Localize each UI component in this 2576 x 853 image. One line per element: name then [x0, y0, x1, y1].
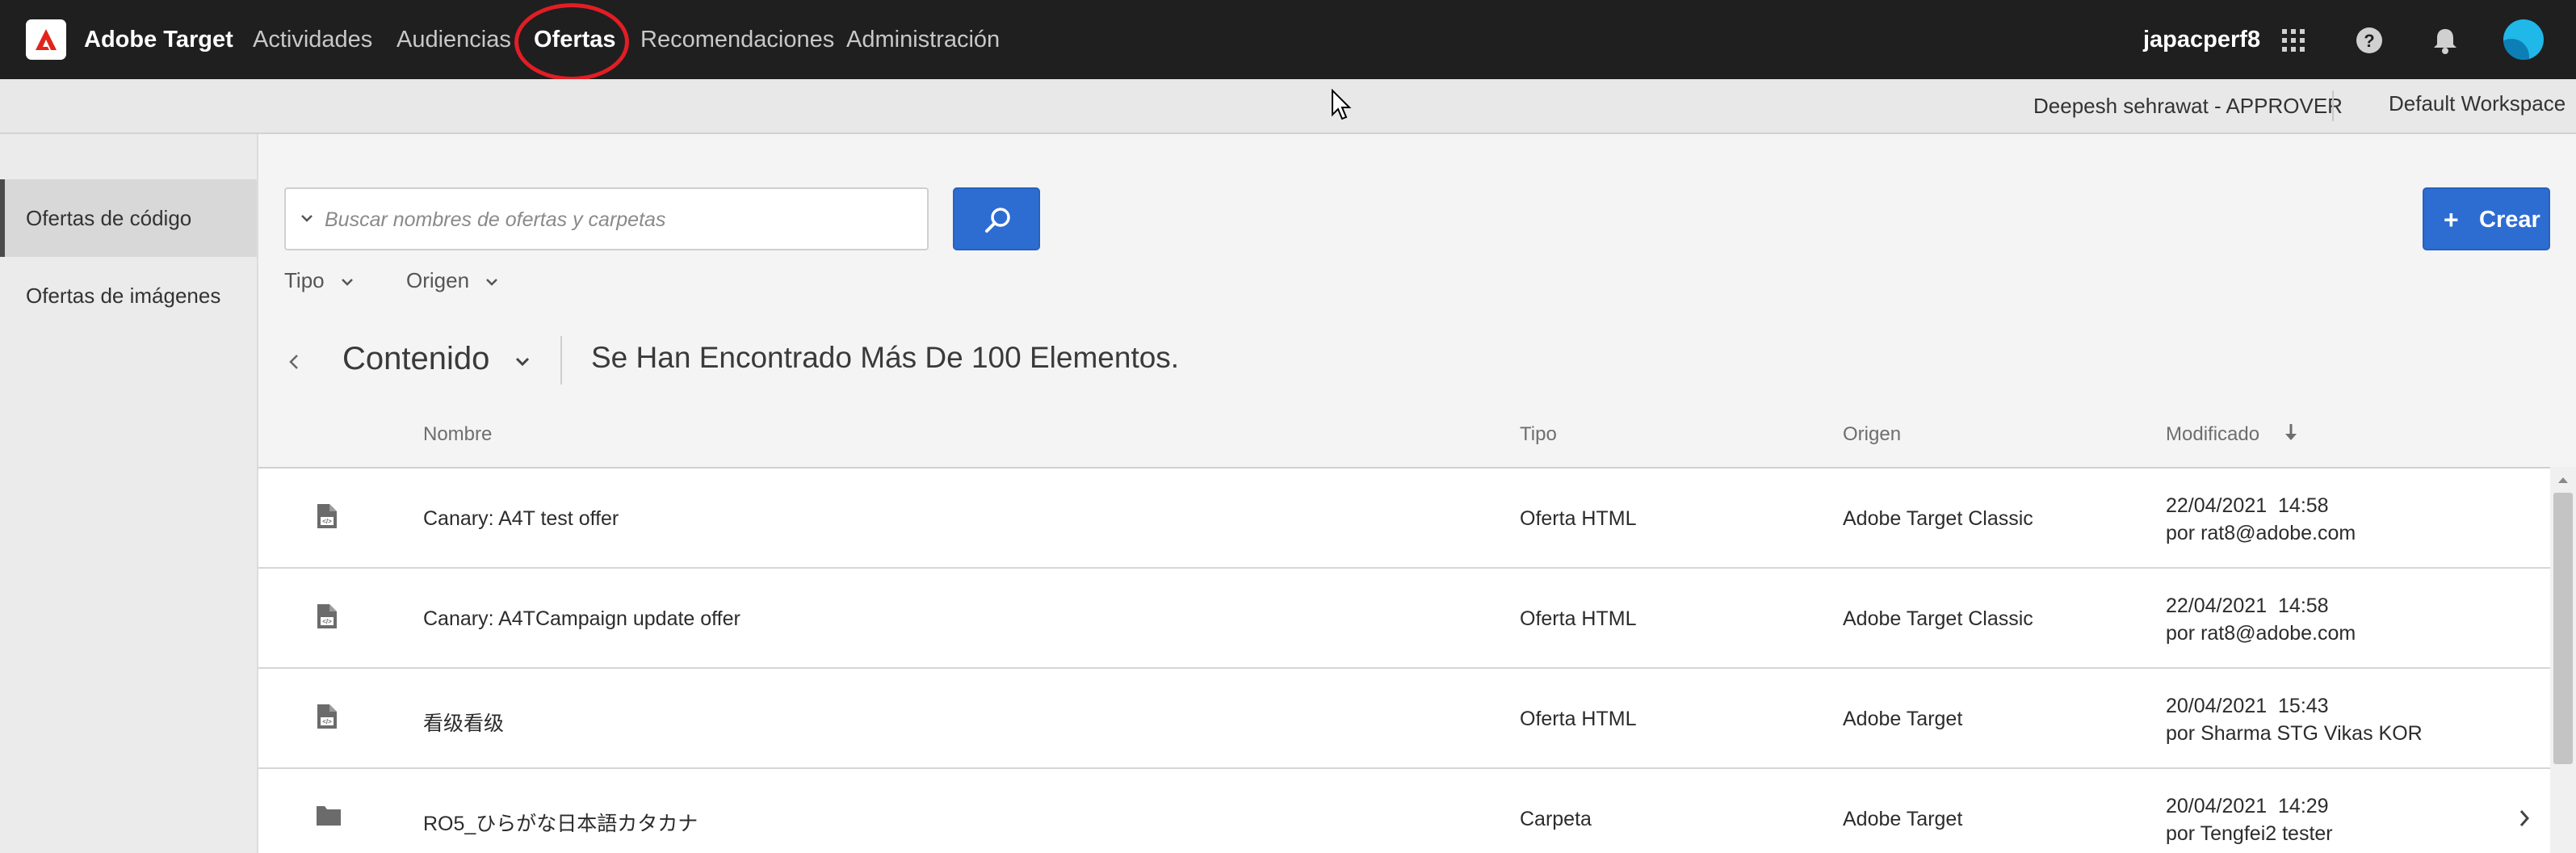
results-count: Se Han Encontrado Más De 100 Elementos.: [591, 341, 1180, 374]
mouse-cursor-icon: [1332, 89, 1352, 120]
chevron-right-icon[interactable]: [2516, 805, 2532, 832]
row-type: Oferta HTML: [1520, 607, 1637, 630]
row-modified-date: 22/04/2021 14:58: [2166, 494, 2329, 517]
row-modified-by: por rat8@adobe.com: [2166, 522, 2356, 544]
sidebar-item-ofertas-imagenes[interactable]: Ofertas de imágenes: [0, 257, 257, 334]
chevron-down-icon[interactable]: [299, 210, 315, 226]
user-avatar[interactable]: [2503, 19, 2544, 60]
row-type: Oferta HTML: [1520, 708, 1637, 730]
scrollbar-thumb[interactable]: [2553, 493, 2573, 764]
row-name[interactable]: Canary: A4T test offer: [423, 507, 619, 531]
create-button-label: Crear: [2479, 207, 2540, 233]
nav-recomendaciones[interactable]: Recomendaciones: [640, 27, 834, 53]
context-bar: Deepesh sehrawat - APPROVER Default Work…: [0, 79, 2576, 134]
nav-actividades[interactable]: Actividades: [253, 27, 372, 53]
column-header-modified[interactable]: Modificado: [2166, 423, 2259, 446]
row-modified-date: 20/04/2021 15:43: [2166, 695, 2329, 717]
chevron-down-icon: [486, 279, 498, 286]
row-origin: Adobe Target: [1843, 808, 1963, 830]
divider: [560, 336, 562, 384]
html-offer-icon: </>: [317, 704, 337, 729]
table-row[interactable]: RO5_ひらがな日本語カタカナ Carpeta Adobe Target 20/…: [258, 769, 2550, 853]
sidebar-item-ofertas-codigo[interactable]: Ofertas de código: [0, 179, 257, 257]
nav-administracion[interactable]: Administración: [846, 27, 1000, 53]
content-selector[interactable]: Contenido: [342, 341, 489, 377]
sort-descending-icon[interactable]: [2282, 421, 2300, 447]
row-modified-by: por Tengfei2 tester: [2166, 822, 2333, 845]
row-modified-by: por rat8@adobe.com: [2166, 622, 2356, 645]
app-brand[interactable]: Adobe Target: [84, 27, 233, 53]
chevron-down-icon: [341, 279, 353, 286]
nav-audiencias[interactable]: Audiencias: [396, 27, 511, 53]
folder-icon: [317, 806, 341, 826]
row-name[interactable]: 看级看级: [423, 708, 504, 737]
highlight-circle: [514, 3, 629, 81]
html-offer-icon: </>: [317, 604, 337, 628]
adobe-logo-icon[interactable]: [26, 19, 66, 60]
row-origin: Adobe Target Classic: [1843, 507, 2033, 530]
chevron-down-icon[interactable]: [514, 355, 531, 368]
table-row[interactable]: </> Canary: A4TCampaign update offer Ofe…: [258, 569, 2550, 669]
svg-text:?: ?: [2364, 31, 2374, 51]
search-input[interactable]: [325, 200, 914, 239]
table-row[interactable]: </> 看级看级 Oferta HTML Adobe Target 20/04/…: [258, 669, 2550, 769]
search-icon: [985, 208, 1010, 233]
back-chevron-icon[interactable]: [286, 347, 304, 376]
notifications-bell-icon[interactable]: [2427, 23, 2463, 58]
workspace-selector[interactable]: Default Workspace: [2389, 91, 2566, 116]
username[interactable]: japacperf8: [2143, 27, 2260, 53]
create-button[interactable]: + Crear: [2423, 187, 2550, 250]
filter-type-label: Tipo: [284, 268, 325, 292]
plus-icon: +: [2444, 205, 2459, 234]
column-header-origin[interactable]: Origen: [1843, 423, 1901, 446]
filter-origin[interactable]: Origen: [406, 268, 499, 293]
row-type: Carpeta: [1520, 808, 1592, 830]
row-modified-by: por Sharma STG Vikas KOR: [2166, 722, 2423, 745]
filter-type[interactable]: Tipo: [284, 268, 355, 293]
table-row[interactable]: </> Canary: A4T test offer Oferta HTML A…: [258, 469, 2550, 569]
divider: [2332, 90, 2334, 121]
column-header-name[interactable]: Nombre: [423, 423, 492, 446]
approver-label: Deepesh sehrawat - APPROVER: [2033, 94, 2343, 118]
apps-grid-icon[interactable]: [2276, 23, 2311, 58]
column-header-type[interactable]: Tipo: [1520, 423, 1557, 446]
filter-origin-label: Origen: [406, 268, 470, 292]
help-icon[interactable]: ?: [2352, 23, 2387, 58]
svg-text:</>: </>: [322, 618, 332, 625]
svg-text:</>: </>: [322, 718, 332, 725]
sidebar: Ofertas de código Ofertas de imágenes: [0, 134, 258, 853]
row-name[interactable]: RO5_ひらがな日本語カタカナ: [423, 808, 698, 837]
top-navigation-bar: Adobe Target Actividades Audiencias Ofer…: [0, 0, 2576, 81]
svg-text:</>: </>: [322, 518, 332, 525]
row-modified-date: 20/04/2021 14:29: [2166, 795, 2329, 817]
row-origin: Adobe Target Classic: [1843, 607, 2033, 630]
row-origin: Adobe Target: [1843, 708, 1963, 730]
scroll-up-arrow-icon[interactable]: [2557, 475, 2570, 485]
row-name[interactable]: Canary: A4TCampaign update offer: [423, 607, 740, 631]
html-offer-icon: </>: [317, 504, 337, 528]
search-field[interactable]: [284, 187, 929, 250]
row-type: Oferta HTML: [1520, 507, 1637, 530]
search-button[interactable]: [953, 187, 1040, 250]
row-modified-date: 22/04/2021 14:58: [2166, 595, 2329, 617]
